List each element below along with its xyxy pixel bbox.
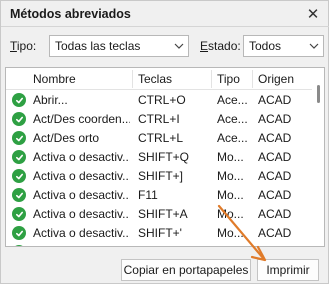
cell-nombre: Activa o desactiv...	[33, 150, 130, 164]
table-row[interactable]: Activa o desactiv... SHIFT+A Mo... ACAD	[6, 205, 312, 224]
cell-tipo: Ace...	[217, 131, 248, 145]
table-rows: Abrir... CTRL+O Ace... ACAD Act/Des coorden.…	[6, 91, 312, 246]
check-circle-icon	[12, 169, 26, 183]
title-divider	[1, 26, 329, 27]
cell-nombre: Activa o desactiv...	[33, 226, 130, 240]
cell-teclas: CTRL+O	[138, 93, 186, 107]
cell-teclas: SHIFT+Q	[138, 150, 190, 164]
check-circle-icon	[12, 188, 26, 202]
close-icon[interactable]: ✕	[304, 5, 322, 23]
estado-label-rest: stado:	[208, 39, 241, 53]
print-button[interactable]: Imprimir	[257, 259, 319, 281]
cell-tipo: Mo...	[217, 169, 244, 183]
check-circle-icon	[12, 93, 26, 107]
chevron-down-icon[interactable]	[305, 36, 323, 56]
estado-label: Estado:	[200, 39, 241, 53]
tipo-select[interactable]: Todas las teclas	[49, 35, 189, 57]
cell-tipo: Mo...	[217, 207, 244, 221]
cell-origen: ACAD	[258, 93, 292, 107]
check-circle-icon	[12, 245, 26, 246]
cell-nombre: Activa o desactiv...	[33, 169, 130, 183]
tipo-label-key: T	[10, 39, 17, 53]
cell-teclas: SHIFT+A	[138, 207, 188, 221]
tipo-select-value: Todas las teclas	[55, 39, 141, 53]
cell-origen: ACAD	[258, 150, 292, 164]
cell-tipo: Mo...	[217, 226, 244, 240]
cell-tipo: Ace...	[217, 93, 248, 107]
table-row[interactable]: Activa o desactiv... F3 Mo... ACAD	[6, 243, 312, 246]
cell-nombre: Activa o desactiv...	[33, 243, 130, 246]
table-row[interactable]: Activa o desactiv... SHIFT+Q Mo... ACAD	[6, 148, 312, 167]
cell-tipo: Mo...	[217, 188, 244, 202]
cell-origen: ACAD	[258, 226, 292, 240]
cell-tipo: Mo...	[217, 243, 251, 246]
cell-origen: ACAD	[258, 131, 292, 145]
scrollbar-thumb[interactable]	[317, 85, 320, 103]
cell-origen: ACAD	[258, 169, 292, 183]
tipo-label-rest: ipo:	[16, 39, 37, 53]
check-circle-icon	[12, 112, 26, 126]
cell-teclas: SHIFT+'	[138, 226, 182, 240]
table-row[interactable]: Activa o desactiv... SHIFT+' Mo... ACAD	[6, 224, 312, 243]
column-header-nombre[interactable]: Nombre	[28, 68, 132, 90]
cell-teclas: CTRL+I	[138, 112, 180, 126]
copy-to-clipboard-button[interactable]: Copiar en portapapeles	[121, 259, 251, 281]
tipo-label: Tipo:	[10, 39, 36, 53]
table-row[interactable]: Activa o desactiv... SHIFT+] Mo... ACAD	[6, 167, 312, 186]
cell-tipo: Ace...	[217, 112, 248, 126]
cell-tipo: Mo...	[217, 150, 244, 164]
estado-select-value: Todos	[249, 39, 282, 53]
cell-nombre: Activa o desactiv...	[33, 188, 130, 202]
table-row[interactable]: Activa o desactiv... F11 Mo... ACAD	[6, 186, 312, 205]
check-circle-icon	[12, 207, 26, 221]
check-circle-icon	[12, 150, 26, 164]
column-header-origen[interactable]: Origen	[253, 68, 311, 90]
table-row[interactable]: Act/Des coorden... CTRL+I Ace... ACAD	[6, 110, 312, 129]
column-header-teclas[interactable]: Teclas	[133, 68, 211, 90]
cell-origen: ACAD	[258, 188, 292, 202]
table-header: Nombre Teclas Tipo Origen	[6, 68, 312, 90]
cell-origen: ACAD	[258, 112, 292, 126]
cell-teclas: F3	[138, 243, 210, 246]
cell-teclas: SHIFT+]	[138, 169, 184, 183]
check-circle-icon	[12, 226, 26, 240]
vertical-scrollbar[interactable]	[312, 68, 324, 246]
column-header-tipo[interactable]: Tipo	[212, 68, 252, 90]
cell-nombre: Activa o desactiv...	[33, 207, 130, 221]
table-row[interactable]: Act/Des orto CTRL+L Ace... ACAD	[6, 129, 312, 148]
cell-origen: ACAD	[258, 207, 292, 221]
estado-label-key: E	[200, 39, 209, 53]
cell-nombre: Abrir...	[33, 93, 68, 107]
cell-teclas: F11	[138, 188, 158, 202]
chevron-down-icon[interactable]	[170, 36, 188, 56]
check-circle-icon	[12, 131, 26, 145]
estado-select[interactable]: Todos	[243, 35, 324, 57]
panel-title: Métodos abreviados	[10, 7, 131, 21]
cell-nombre: Act/Des coorden...	[33, 112, 130, 126]
cell-teclas: CTRL+L	[138, 131, 184, 145]
cell-origen: ACAD	[258, 243, 308, 246]
shortcuts-panel: Métodos abreviados ✕ Tipo: Todas las tec…	[0, 0, 329, 284]
shortcuts-table[interactable]: Nombre Teclas Tipo Origen Abrir... CTRL+O…	[5, 67, 325, 247]
table-row[interactable]: Abrir... CTRL+O Ace... ACAD	[6, 91, 312, 110]
cell-nombre: Act/Des orto	[33, 131, 100, 145]
